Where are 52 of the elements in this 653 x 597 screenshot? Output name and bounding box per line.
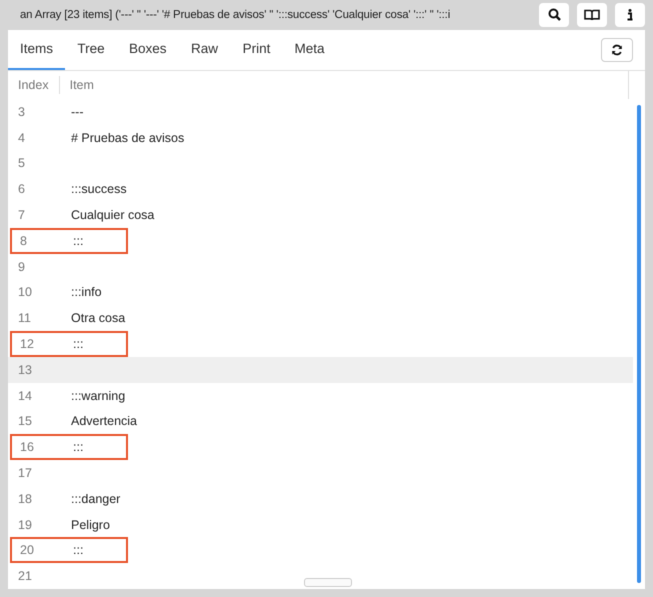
row-index: 9 (17, 260, 26, 274)
row-index: 7 (17, 208, 26, 222)
tab[interactable]: Raw (178, 30, 231, 70)
item-text: # Pruebas de avisos (71, 130, 184, 145)
row-index: 12 (19, 336, 35, 351)
row-index: 11 (17, 311, 32, 326)
item-text: ::: (73, 440, 84, 454)
row-index: 5 (17, 156, 26, 170)
tab[interactable]: Items (8, 30, 66, 70)
book-button[interactable] (577, 2, 607, 27)
row-index: 17 (17, 466, 33, 480)
scrollbar-thumb[interactable] (637, 104, 641, 583)
item-text: Cualquier cosa (71, 208, 154, 222)
item-text: :::danger (71, 492, 120, 506)
item-text: ::: (73, 336, 84, 351)
item-text: ::: (73, 234, 84, 248)
row-index: 14 (17, 388, 33, 403)
row-index: 4 (17, 130, 26, 145)
item-text: :::warning (71, 388, 126, 403)
item-text: --- (71, 104, 84, 119)
tab[interactable]: Boxes (117, 30, 179, 70)
row-index: 3 (17, 104, 26, 119)
tab[interactable]: Tree (65, 30, 118, 70)
row-index: 21 (17, 569, 33, 584)
item-text: :::info (71, 285, 102, 300)
row-index: 18 (17, 492, 33, 506)
item-text: Otra cosa (71, 311, 126, 326)
book-icon (584, 8, 600, 21)
info-button[interactable] (615, 2, 645, 27)
row-index: 20 (19, 543, 35, 558)
tab[interactable]: Meta (282, 30, 337, 70)
info-icon (627, 8, 633, 21)
search-button[interactable] (539, 2, 569, 27)
item-text: ::: (73, 543, 84, 558)
row-index: 10 (17, 285, 33, 300)
row-index: 13 (17, 362, 33, 377)
row-index: 15 (17, 414, 33, 428)
row-index: 6 (17, 182, 26, 196)
column-header: Item (68, 78, 95, 92)
item-text: :::success (71, 182, 127, 196)
item-text: Peligro (71, 518, 110, 532)
row-index: 8 (19, 234, 28, 248)
refresh-button[interactable] (601, 38, 633, 62)
resize-handle[interactable] (304, 578, 352, 587)
row-index: 16 (19, 440, 35, 454)
refresh-icon (611, 44, 623, 56)
tab[interactable]: Print (230, 30, 283, 70)
search-icon (548, 8, 560, 22)
column-header: Index (17, 78, 50, 92)
item-text: Advertencia (71, 414, 138, 428)
row-index: 19 (17, 518, 33, 532)
window-title: an Array [23 items] ('---' '' '---' '# Pruebas de avisos' '' ':::success' 'Cualquier cosa' ':::' '' ':::i (20, 8, 452, 21)
